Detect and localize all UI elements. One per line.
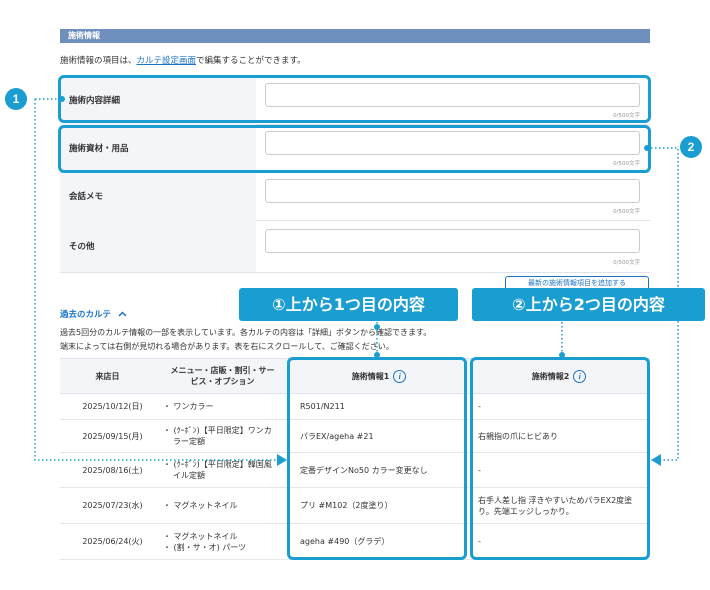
arrow-left-icon <box>651 454 661 466</box>
arrow-right-icon <box>277 454 287 466</box>
connector-1 <box>34 99 285 461</box>
annotation-connectors <box>34 96 679 466</box>
badge-2: 2 <box>680 136 702 158</box>
callout-1-dot <box>374 324 380 330</box>
connector-2 <box>651 147 679 461</box>
connector-2-dot <box>644 145 650 151</box>
callout-2-dot-bottom <box>559 352 565 358</box>
callout-1-dot-bottom <box>374 352 380 358</box>
connector-1-dot <box>59 96 65 102</box>
badge-1: 1 <box>5 88 27 110</box>
